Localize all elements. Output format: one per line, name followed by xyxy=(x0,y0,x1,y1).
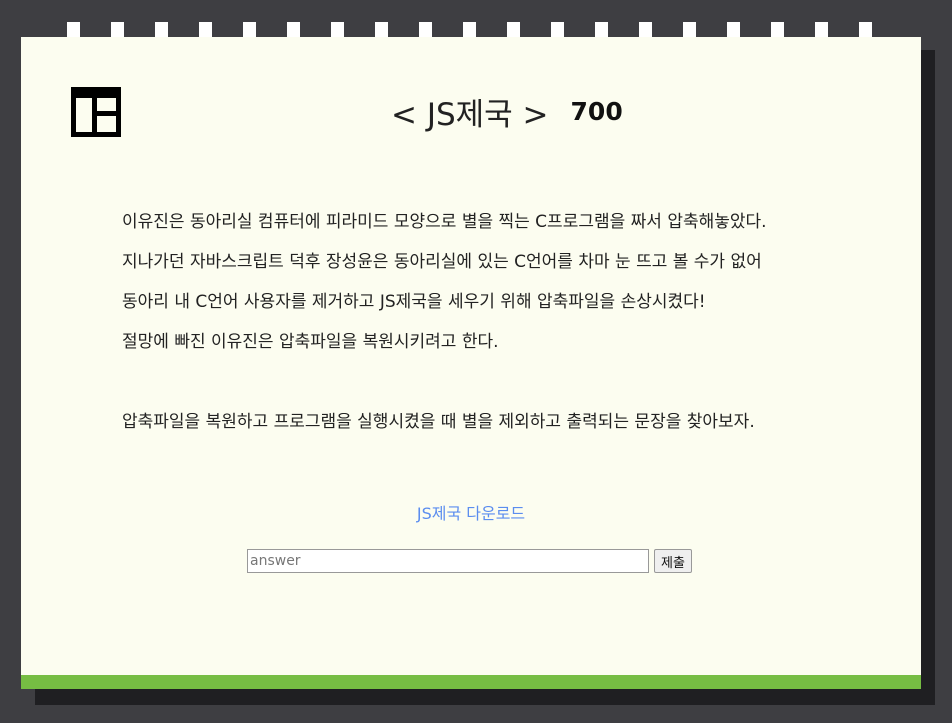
description-line: 절망에 빠진 이유진은 압축파일을 복원시키려고 한다. xyxy=(122,332,499,352)
binder-notch xyxy=(859,22,872,38)
binder-notch xyxy=(463,22,476,38)
binder-notch xyxy=(67,22,80,38)
binder-notch xyxy=(727,22,740,38)
binder-notch xyxy=(771,22,784,38)
binder-notch xyxy=(639,22,652,38)
challenge-title: < JS제국 > xyxy=(391,96,549,133)
answer-input[interactable] xyxy=(247,549,649,573)
answer-form: 제출 xyxy=(247,549,692,573)
binder-notch xyxy=(155,22,168,38)
binder-notch xyxy=(375,22,388,38)
description-line: 지나가던 자바스크립트 덕후 장성윤은 동아리실에 있는 C언어를 차마 눈 뜨… xyxy=(122,252,762,272)
challenge-description: 이유진은 동아리실 컴퓨터에 피라미드 모양으로 별을 찍는 C프로그램을 짜서… xyxy=(122,207,882,447)
binder-notch xyxy=(199,22,212,38)
task-line: 압축파일을 복원하고 프로그램을 실행시켰을 때 별을 제외하고 출력되는 문장… xyxy=(122,412,755,432)
binder-notch xyxy=(287,22,300,38)
accent-bar xyxy=(21,675,921,689)
binder-notch xyxy=(331,22,344,38)
binder-notch xyxy=(551,22,564,38)
binder-notch xyxy=(683,22,696,38)
layout-icon[interactable] xyxy=(71,87,121,137)
binder-notch xyxy=(419,22,432,38)
page-title: < JS제국 > 700 xyxy=(391,89,623,133)
challenge-card: < JS제국 > 700 이유진은 동아리실 컴퓨터에 피라미드 모양으로 별을… xyxy=(21,37,921,689)
binder-notch xyxy=(507,22,520,38)
binder-notch xyxy=(243,22,256,38)
download-link[interactable]: JS제국 다운로드 xyxy=(21,500,921,524)
submit-button[interactable]: 제출 xyxy=(654,549,692,573)
binder-notch xyxy=(815,22,828,38)
description-line: 이유진은 동아리실 컴퓨터에 피라미드 모양으로 별을 찍는 C프로그램을 짜서… xyxy=(122,212,767,232)
binder-notch xyxy=(111,22,124,38)
binder-notch xyxy=(595,22,608,38)
description-line: 동아리 내 C언어 사용자를 제거하고 JS제국을 세우기 위해 압축파일을 손… xyxy=(122,292,706,312)
challenge-score: 700 xyxy=(570,96,623,126)
